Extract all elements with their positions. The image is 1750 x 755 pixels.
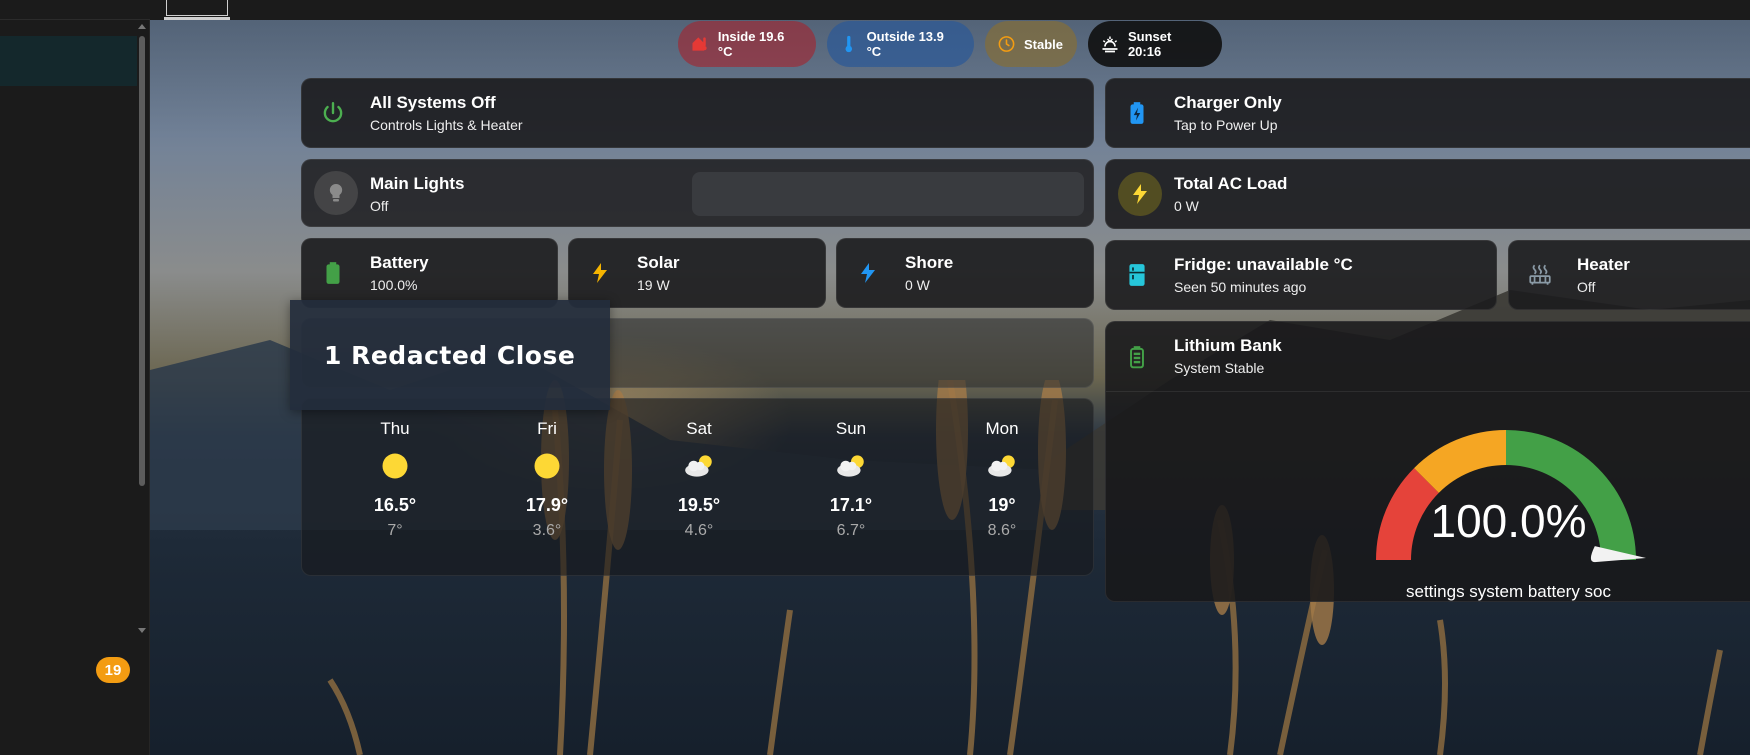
forecast-day: Sun 17.1° 6.7° bbox=[796, 419, 906, 540]
lithium-title: Lithium Bank bbox=[1174, 336, 1282, 355]
sunny-icon bbox=[530, 449, 564, 483]
sunny-icon bbox=[378, 449, 412, 483]
partly-cloudy-icon bbox=[834, 449, 868, 483]
ac-load-title: Total AC Load bbox=[1174, 174, 1288, 193]
partly-cloudy-icon bbox=[985, 449, 1019, 483]
forecast-day: Fri 17.9° 3.6° bbox=[492, 419, 602, 540]
tab-indicator bbox=[164, 17, 230, 20]
sidebar: 19 bbox=[0, 0, 150, 755]
scroll-up-icon[interactable] bbox=[138, 24, 146, 29]
partly-cloudy-icon bbox=[682, 449, 716, 483]
battery-title: Battery bbox=[370, 253, 429, 272]
stable-label: Stable bbox=[1023, 36, 1063, 52]
outside-temp-label: Outside 13.9 °C bbox=[866, 29, 944, 59]
battery-icon bbox=[1124, 344, 1150, 370]
gauge-label: settings system battery soc bbox=[1405, 582, 1612, 601]
forecast-high: 17.9° bbox=[525, 495, 569, 515]
redacted-popup[interactable]: 1 Redacted Close bbox=[290, 300, 610, 410]
scroll-thumb[interactable] bbox=[139, 36, 145, 486]
battery-charging-icon bbox=[1124, 100, 1150, 126]
forecast-high: 17.1° bbox=[829, 495, 873, 515]
ac-load-card[interactable]: Total AC Load 0 W bbox=[1105, 159, 1750, 229]
main-lights-sub: Off bbox=[370, 198, 389, 214]
scroll-down-icon[interactable] bbox=[138, 628, 146, 633]
thermometer-icon bbox=[845, 35, 853, 53]
forecast-low: 6.7° bbox=[836, 522, 866, 539]
heater-card[interactable]: Heater Off bbox=[1508, 240, 1750, 310]
charger-title: Charger Only bbox=[1174, 93, 1282, 112]
forecast-day: Sat 19.5° 4.6° bbox=[644, 419, 754, 540]
lightning-icon bbox=[587, 260, 613, 286]
sunset-label: Sunset 20:16 bbox=[1127, 29, 1172, 59]
charger-sub: Tap to Power Up bbox=[1174, 117, 1278, 133]
forecast-low: 8.6° bbox=[987, 522, 1017, 539]
inside-temp-pill[interactable]: Inside 19.6 °C bbox=[678, 21, 816, 67]
main-lights-card[interactable]: Main Lights Off bbox=[301, 159, 1094, 227]
sidebar-topbar bbox=[0, 0, 150, 20]
notification-badge[interactable]: 19 bbox=[96, 657, 130, 683]
lithium-sub: System Stable bbox=[1174, 360, 1265, 376]
stable-pill[interactable]: Stable bbox=[985, 21, 1077, 67]
sunset-pill[interactable]: Sunset 20:16 bbox=[1088, 21, 1222, 67]
battery-sub: 100.0% bbox=[370, 277, 418, 293]
battery-card[interactable]: Battery 100.0% bbox=[301, 238, 558, 308]
top-tabs bbox=[150, 0, 1750, 20]
battery-icon bbox=[320, 260, 346, 286]
fridge-icon bbox=[1124, 262, 1150, 288]
shore-title: Shore bbox=[905, 253, 954, 272]
fridge-title: Fridge: unavailable °C bbox=[1174, 255, 1353, 274]
all-systems-card[interactable]: All Systems Off Controls Lights & Heater bbox=[301, 78, 1094, 148]
heater-title: Heater bbox=[1577, 255, 1630, 274]
forecast-day: Thu 16.5° 7° bbox=[340, 419, 450, 540]
sidebar-item-active[interactable] bbox=[0, 36, 137, 86]
all-systems-title: All Systems Off bbox=[370, 93, 496, 112]
ac-load-sub: 0 W bbox=[1174, 198, 1199, 214]
solar-title: Solar bbox=[637, 253, 680, 272]
brightness-slider[interactable] bbox=[692, 172, 1084, 216]
inside-temp-label: Inside 19.6 °C bbox=[717, 29, 785, 59]
redacted-popup-text: 1 Redacted Close bbox=[324, 340, 576, 370]
power-icon bbox=[320, 100, 346, 126]
fridge-sub: Seen 50 minutes ago bbox=[1174, 279, 1307, 295]
forecast-day-name: Fri bbox=[537, 419, 557, 438]
forecast-high: 19.5° bbox=[677, 495, 721, 515]
heater-sub: Off bbox=[1577, 279, 1596, 295]
forecast-day-name: Sun bbox=[835, 419, 867, 438]
forecast-low: 3.6° bbox=[532, 522, 562, 539]
forecast-day-name: Thu bbox=[380, 419, 410, 438]
forecast-high: 16.5° bbox=[373, 495, 417, 515]
forecast-day: Mon 19° 8.6° bbox=[947, 419, 1057, 540]
sidebar-scrollbar[interactable] bbox=[137, 22, 148, 642]
dashboard: Inside 19.6 °C Outside 13.9 °C Stable Su… bbox=[150, 0, 1750, 755]
outside-temp-pill[interactable]: Outside 13.9 °C bbox=[827, 21, 974, 67]
solar-sub: 19 W bbox=[637, 277, 670, 293]
solar-card[interactable]: Solar 19 W bbox=[568, 238, 826, 308]
all-systems-sub: Controls Lights & Heater bbox=[370, 117, 523, 133]
shore-card[interactable]: Shore 0 W bbox=[836, 238, 1094, 308]
weather-forecast-card[interactable]: Thu 16.5° 7° Fri 17.9° 3.6° Sat 19.5° 4.… bbox=[301, 398, 1094, 576]
tab-active[interactable] bbox=[166, 0, 228, 16]
forecast-low: 4.6° bbox=[684, 522, 714, 539]
lightning-icon bbox=[1118, 172, 1162, 216]
card-divider bbox=[1106, 391, 1750, 392]
home-thermometer-icon bbox=[692, 37, 707, 51]
sunset-icon bbox=[1102, 36, 1118, 53]
main-lights-title: Main Lights bbox=[370, 174, 465, 193]
forecast-day-name: Sat bbox=[686, 419, 712, 438]
lightbulb-icon bbox=[314, 171, 358, 215]
radiator-icon bbox=[1527, 262, 1553, 288]
fridge-card[interactable]: Fridge: unavailable °C Seen 50 minutes a… bbox=[1105, 240, 1497, 310]
charger-card[interactable]: Charger Only Tap to Power Up bbox=[1105, 78, 1750, 148]
forecast-low: 7° bbox=[387, 522, 403, 539]
forecast-high: 19° bbox=[988, 495, 1016, 515]
lithium-bank-card[interactable]: Lithium Bank System Stable 100.0% settin… bbox=[1105, 321, 1750, 602]
forecast-day-name: Mon bbox=[985, 419, 1019, 438]
gauge-value: 100.0% bbox=[1430, 495, 1587, 547]
clock-icon bbox=[998, 36, 1015, 52]
shore-sub: 0 W bbox=[905, 277, 930, 293]
lightning-icon bbox=[855, 260, 881, 286]
